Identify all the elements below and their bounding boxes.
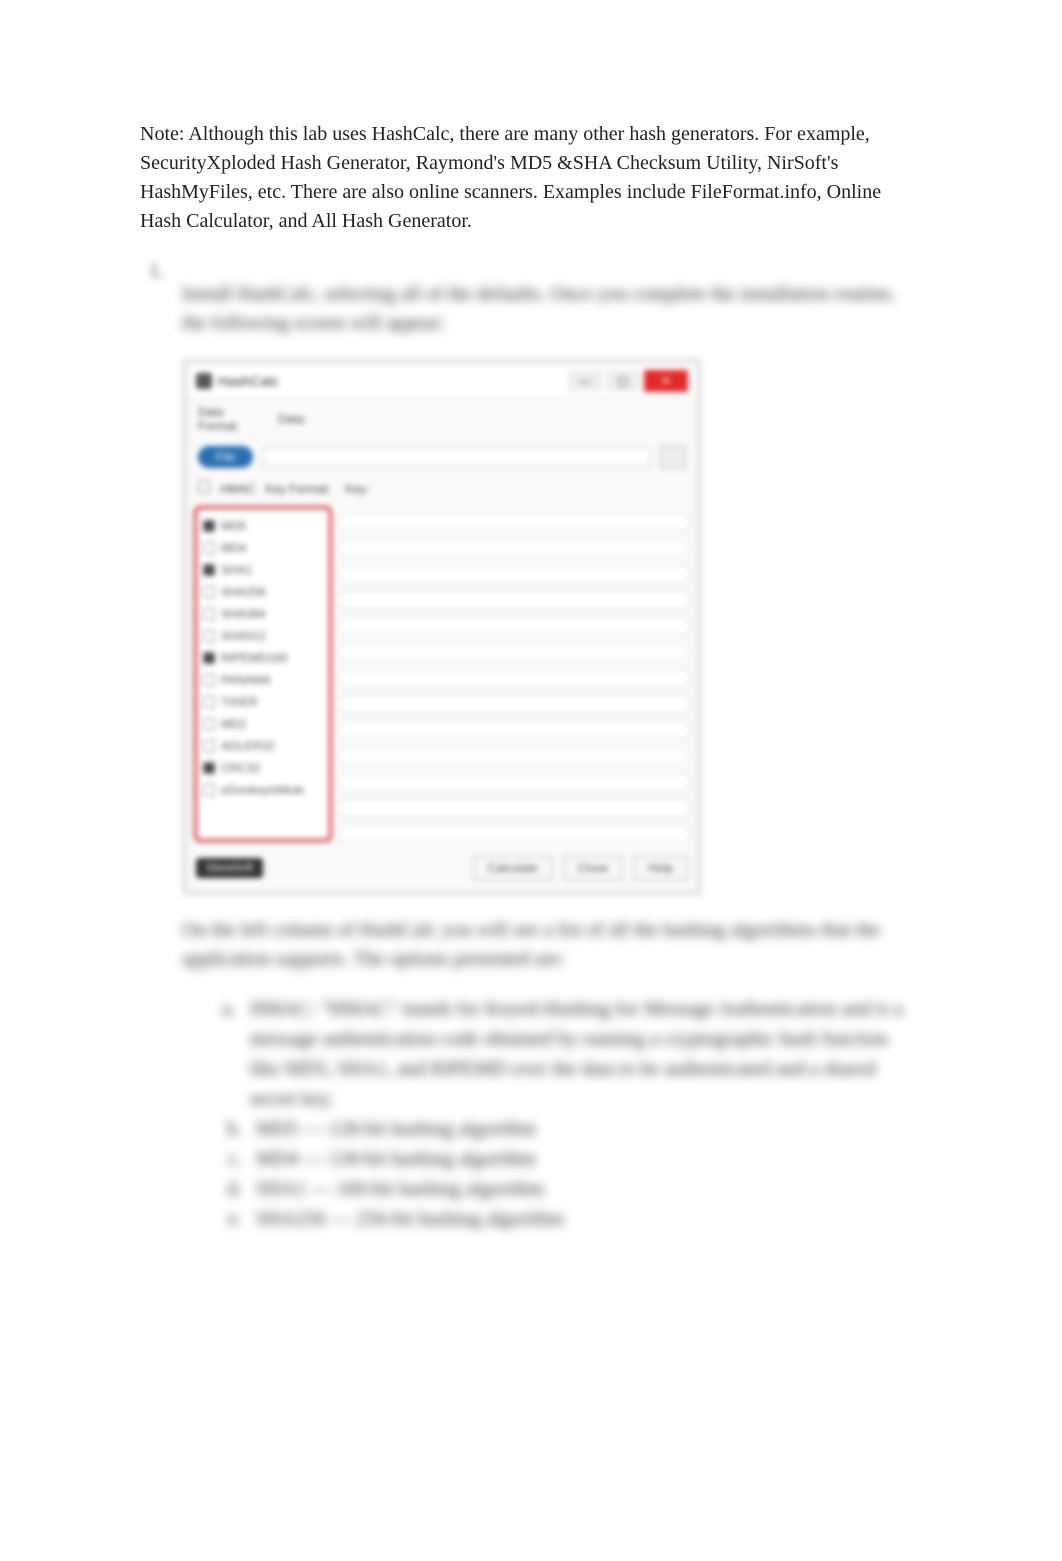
- browse-button[interactable]: [660, 445, 686, 469]
- data-format-dropdown[interactable]: File: [198, 446, 253, 468]
- vendor-badge: SlavaSoft: [196, 858, 263, 878]
- step-1: 1. Install HashCalc, selecting all of th…: [140, 260, 922, 1234]
- maximize-button[interactable]: ▢: [606, 370, 640, 392]
- hash-result-line: [338, 826, 690, 842]
- hash-result-line: [338, 748, 690, 764]
- hmac-checkbox[interactable]: [198, 481, 210, 496]
- hash-option-sha512[interactable]: SHA512: [203, 625, 323, 647]
- hash-option-tiger[interactable]: TIGER: [203, 691, 323, 713]
- hash-option-ripemd160[interactable]: RIPEMD160: [203, 647, 323, 669]
- hash-result-line: [338, 644, 690, 660]
- explanation-lead: On the left column of HashCalc you will …: [182, 916, 922, 974]
- data-input[interactable]: [263, 447, 650, 467]
- hash-algorithm-list: MD5 MD4 SHA1 SHA256 SHA384 SHA512 RIPEMD…: [194, 506, 332, 842]
- close-window-button[interactable]: ✕: [644, 370, 688, 392]
- hash-result-line: [338, 592, 690, 608]
- hash-option-adler32[interactable]: ADLER32: [203, 735, 323, 757]
- key-format-label: Key Format:: [265, 482, 335, 496]
- sub-item-e: e. SHA256 — 256-bit hashing algorithm: [222, 1204, 922, 1234]
- hash-option-sha384[interactable]: SHA384: [203, 603, 323, 625]
- minimize-button[interactable]: —: [568, 370, 602, 392]
- data-label: Data:: [278, 412, 686, 426]
- sub-item-d: d. SHA1 — 160-bit hashing algorithm: [222, 1174, 922, 1204]
- hash-result-line: [338, 722, 690, 738]
- hash-result-line: [338, 800, 690, 816]
- hash-option-crc32[interactable]: CRC32: [203, 757, 323, 779]
- sub-item-c: c. MD4 — 128-bit hashing algorithm: [222, 1144, 922, 1174]
- hash-result-column: [338, 506, 690, 842]
- close-button[interactable]: Close: [563, 856, 624, 880]
- hash-result-line: [338, 514, 690, 530]
- data-format-row: Data Format: Data:: [188, 399, 696, 439]
- step-intro-text: Install HashCalc, selecting all of the d…: [182, 280, 922, 338]
- data-format-label: Data Format:: [198, 405, 268, 433]
- window-title: HashCalc: [218, 373, 279, 389]
- hash-option-sha256[interactable]: SHA256: [203, 581, 323, 603]
- key-label: Key:: [345, 482, 369, 496]
- note-paragraph: Note: Although this lab uses HashCalc, t…: [140, 120, 922, 236]
- hash-result-line: [338, 696, 690, 712]
- help-button[interactable]: Help: [633, 856, 688, 880]
- hash-option-md5[interactable]: MD5: [203, 515, 323, 537]
- hash-result-line: [338, 618, 690, 634]
- window-titlebar: HashCalc — ▢ ✕: [188, 364, 696, 399]
- hash-option-md4[interactable]: MD4: [203, 537, 323, 559]
- hash-option-sha1[interactable]: SHA1: [203, 559, 323, 581]
- sub-item-a: a. HMAC: "HMAC" stands for Keyed-Hashing…: [222, 994, 922, 1114]
- hash-result-line: [338, 566, 690, 582]
- hash-result-line: [338, 670, 690, 686]
- algorithm-sub-list: a. HMAC: "HMAC" stands for Keyed-Hashing…: [182, 994, 922, 1234]
- document-page: Note: Although this lab uses HashCalc, t…: [0, 0, 1062, 1561]
- hashcalc-window: HashCalc — ▢ ✕ Data Format: Data: File: [182, 358, 702, 896]
- app-icon: [196, 373, 212, 389]
- sub-item-b: b. MD5 — 128-bit hashing algorithm: [222, 1114, 922, 1144]
- calculate-button[interactable]: Calculate: [473, 856, 553, 880]
- step-number: 1.: [140, 260, 164, 283]
- hash-option-panama[interactable]: PANAMA: [203, 669, 323, 691]
- hash-option-edonkey[interactable]: eDonkey/eMule: [203, 779, 323, 801]
- window-bottom-bar: SlavaSoft Calculate Close Help: [188, 850, 696, 890]
- key-format-row: HMAC Key Format: Key:: [188, 475, 696, 502]
- hash-result-line: [338, 540, 690, 556]
- hash-result-line: [338, 774, 690, 790]
- hmac-label: HMAC: [220, 482, 255, 496]
- hash-option-md2[interactable]: MD2: [203, 713, 323, 735]
